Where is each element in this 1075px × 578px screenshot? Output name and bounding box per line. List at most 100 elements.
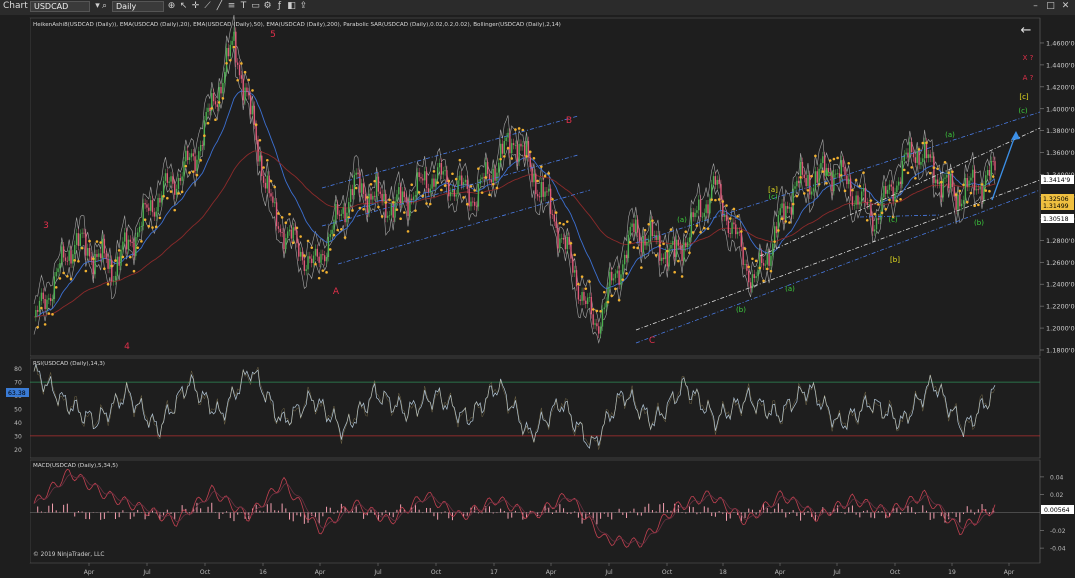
measure-icon[interactable]: ⟋ [202,1,213,12]
candle-body [444,170,446,172]
candle-body [860,191,863,202]
zoom-icon[interactable]: ⊕ [166,1,177,12]
sar-dot [377,205,380,209]
candle-body [655,235,657,240]
sar-dot [421,194,425,198]
sar-dot [588,280,591,283]
candle-body [331,229,333,235]
candle-body [411,198,413,201]
properties-icon[interactable]: ⚙ [262,1,273,12]
sar-dot [914,176,917,180]
sar-dot [591,308,595,311]
sar-dot [940,180,943,184]
candle-body [681,249,683,262]
sar-dot [610,294,614,298]
candle-body [436,167,439,179]
sar-dot [599,309,602,313]
candle-body [320,254,322,263]
sar-dot [784,220,788,223]
candle-body [262,176,265,183]
candle-body [507,132,509,138]
sar-dot [351,209,354,212]
x-tick-label: Jul [142,569,151,576]
candle-body [257,140,259,162]
candle-body [523,145,526,157]
candle-body [346,212,348,223]
close-icon[interactable]: ✕ [1060,1,1071,12]
candle-body [379,191,381,194]
sar-dot [514,128,517,131]
sar-dot [232,45,236,49]
sar-dot [73,259,77,262]
text-tool-icon[interactable]: T [238,1,249,12]
candle-body [622,264,624,275]
crosshair-icon[interactable]: ✛ [190,1,201,12]
candle-body [305,269,307,271]
shape-tool-icon[interactable]: ▭ [250,1,261,12]
sar-dot [403,211,406,214]
candle-body [199,144,202,152]
candle-body [285,238,287,250]
candle-body [909,141,911,158]
candle-body [798,180,800,184]
candle-body [135,237,137,256]
candle-body [427,188,430,193]
candle-body [709,198,711,214]
candle-body [79,233,81,246]
search-icon[interactable]: ⌕ [99,1,110,12]
line-tool-icon[interactable]: ╱ [214,1,225,12]
minimize-icon[interactable]: – [1030,1,1041,12]
sar-dot [621,278,625,281]
price-flag-label: 1.30518 [1043,216,1069,223]
sar-dot [969,191,973,195]
price-flag-label: 1.3414'9 [1043,177,1070,184]
sar-dot [991,175,995,178]
sar-dot [136,246,139,250]
instrument-selector[interactable]: USDCAD [30,1,90,12]
sar-dot [980,183,984,186]
candle-body [374,195,376,197]
candle-body [46,299,48,310]
sar-dot [262,166,265,169]
candle-body [303,260,306,271]
candle-body [66,260,69,262]
fib-tool-icon[interactable]: ≡ [226,1,237,12]
sar-dot [906,171,910,175]
x-tick-label: 18 [719,569,727,576]
candle-body [383,194,385,202]
candle-body [177,178,180,189]
sar-dot [932,166,936,170]
sar-dot [43,323,47,326]
candle-body [174,183,176,195]
sar-dot [773,240,776,243]
sar-dot [325,271,328,274]
candle-body [109,259,111,269]
candle-body [83,232,85,234]
chart-canvas[interactable]: 1.4600'0 1.4400'0 1.4200'0 1.4000'0 1.3800'0… [0,15,1075,578]
pointer-icon[interactable]: ↖ [178,1,189,12]
indicators-icon[interactable]: ƒ [274,1,285,12]
candle-body [153,212,156,217]
sar-dot [484,176,488,179]
candle-body [553,214,556,222]
sar-dot [191,170,195,173]
share-icon[interactable]: ⇪ [298,1,309,12]
candle-body [249,95,252,115]
candle-body [51,299,54,302]
candle-body [72,254,74,264]
sar-dot [962,183,965,187]
sar-dot [173,208,177,212]
period-selector[interactable]: Daily [112,1,164,12]
candle-body [335,204,337,220]
sar-dot [702,226,706,230]
candle-body [725,214,728,221]
price-panel-header: HeikenAshi8(USDCAD (Daily)), EMA(USDCAD … [33,22,561,28]
strategies-icon[interactable]: ◧ [286,1,297,12]
candle-body [970,177,972,181]
maximize-icon[interactable]: □ [1045,1,1056,12]
macd-tick-label: -0.02 [1050,528,1066,535]
price-tick-label: 1.3800'0 [1046,127,1075,135]
candle-body [353,174,356,196]
sar-dot [747,265,751,269]
candle-body [529,157,531,168]
